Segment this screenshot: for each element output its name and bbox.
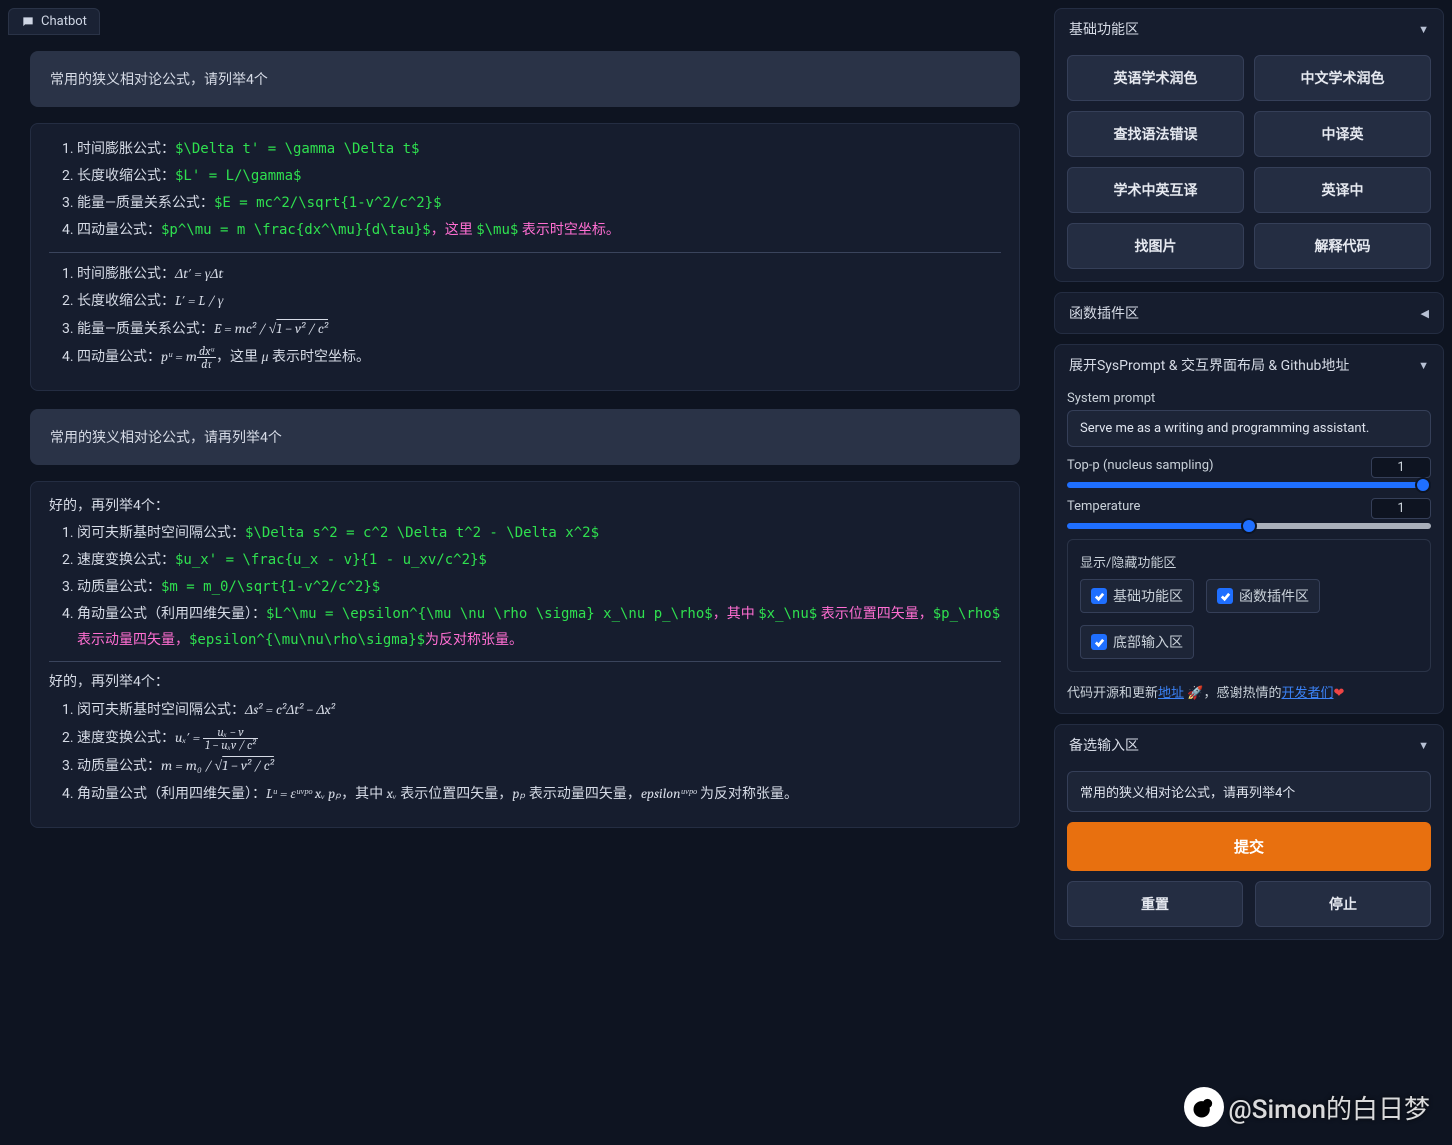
tab-label: Chatbot	[41, 14, 87, 29]
panel-sys: 展开SysPrompt & 交互界面布局 & Github地址 ▼ System…	[1054, 344, 1444, 714]
temp-value[interactable]: 1	[1371, 498, 1431, 519]
panel-alt-input: 备选输入区 ▼ 常用的狭义相对论公式，请再列举4个 提交 重置 停止	[1054, 724, 1444, 940]
topp-slider[interactable]	[1067, 482, 1431, 488]
chk-basic[interactable]: 基础功能区	[1080, 579, 1194, 613]
btn-explain-code[interactable]: 解释代码	[1254, 223, 1431, 269]
stop-button[interactable]: 停止	[1255, 881, 1431, 927]
watermark: @Simon的白日梦	[1184, 1087, 1430, 1127]
chat-area: 常用的狭义相对论公式，请列举4个 时间膨胀公式：$\Delta t' = \ga…	[8, 35, 1042, 1137]
temp-label: Temperature	[1067, 499, 1140, 514]
btn-find-image[interactable]: 找图片	[1067, 223, 1244, 269]
weibo-icon	[1184, 1087, 1224, 1127]
user-message: 常用的狭义相对论公式，请列举4个	[30, 51, 1020, 107]
bot-message: 好的，再列举4个： 闵可夫斯基时空间隔公式：$\Delta s^2 = c^2 …	[30, 481, 1020, 828]
footer-note: 代码开源和更新地址 🚀，感谢热情的开发者们❤	[1067, 682, 1431, 701]
repo-link[interactable]: 地址	[1158, 686, 1184, 701]
checkbox-checked-icon	[1091, 634, 1107, 650]
chk-bottom[interactable]: 底部输入区	[1080, 625, 1194, 659]
panel-plugin: 函数插件区 ◀	[1054, 292, 1444, 334]
user-message: 常用的狭义相对论公式，请再列举4个	[30, 409, 1020, 465]
panel-sys-header[interactable]: 展开SysPrompt & 交互界面布局 & Github地址 ▼	[1055, 345, 1443, 385]
heart-icon: ❤	[1333, 686, 1344, 701]
bot-message: 时间膨胀公式：$\Delta t' = \gamma \Delta t$ 长度收…	[30, 123, 1020, 391]
topp-label: Top-p (nucleus sampling)	[1067, 458, 1214, 473]
submit-button[interactable]: 提交	[1067, 822, 1431, 871]
btn-grammar-check[interactable]: 查找语法错误	[1067, 111, 1244, 157]
chevron-down-icon: ▼	[1418, 23, 1429, 36]
checkbox-checked-icon	[1091, 588, 1107, 604]
chevron-down-icon: ▼	[1418, 359, 1429, 372]
chevron-left-icon: ◀	[1421, 307, 1429, 320]
chevron-down-icon: ▼	[1418, 739, 1429, 752]
system-prompt-input[interactable]: Serve me as a writing and programming as…	[1067, 410, 1431, 447]
checkbox-checked-icon	[1217, 588, 1233, 604]
panel-basic-title: 基础功能区	[1069, 19, 1139, 39]
system-prompt-label: System prompt	[1067, 391, 1431, 406]
panel-plugin-title: 函数插件区	[1069, 303, 1139, 323]
btn-academic-trans[interactable]: 学术中英互译	[1067, 167, 1244, 213]
tab-chatbot[interactable]: Chatbot	[8, 8, 100, 35]
alt-input[interactable]: 常用的狭义相对论公式，请再列举4个	[1067, 771, 1431, 812]
panel-basic-header[interactable]: 基础功能区 ▼	[1055, 9, 1443, 49]
reset-button[interactable]: 重置	[1067, 881, 1243, 927]
chk-plugin[interactable]: 函数插件区	[1206, 579, 1320, 613]
chat-icon	[21, 15, 35, 29]
temperature-slider[interactable]	[1067, 523, 1431, 529]
devs-link[interactable]: 开发者们	[1281, 686, 1333, 701]
btn-english-polish[interactable]: 英语学术润色	[1067, 55, 1244, 101]
btn-zh-to-en[interactable]: 中译英	[1254, 111, 1431, 157]
panel-plugin-header[interactable]: 函数插件区 ◀	[1055, 293, 1443, 333]
panel-sys-title: 展开SysPrompt & 交互界面布局 & Github地址	[1069, 355, 1349, 375]
btn-chinese-polish[interactable]: 中文学术润色	[1254, 55, 1431, 101]
panel-alt-title: 备选输入区	[1069, 735, 1139, 755]
panel-basic: 基础功能区 ▼ 英语学术润色 中文学术润色 查找语法错误 中译英 学术中英互译 …	[1054, 8, 1444, 282]
topp-value[interactable]: 1	[1371, 457, 1431, 478]
panel-alt-header[interactable]: 备选输入区 ▼	[1055, 725, 1443, 765]
btn-en-to-zh[interactable]: 英译中	[1254, 167, 1431, 213]
visibility-label: 显示/隐藏功能区	[1080, 552, 1418, 571]
